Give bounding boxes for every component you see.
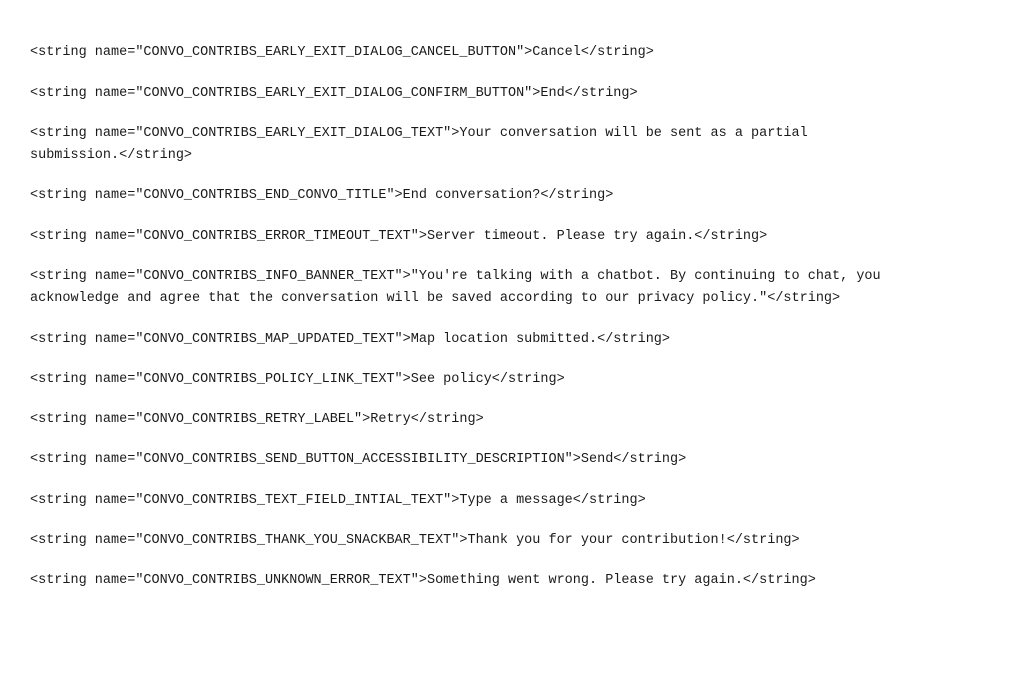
xml-line-6: <string name="CONVO_CONTRIBS_INFO_BANNER… bbox=[30, 266, 994, 311]
xml-line-12: <string name="CONVO_CONTRIBS_THANK_YOU_S… bbox=[30, 530, 994, 552]
xml-line-10: <string name="CONVO_CONTRIBS_SEND_BUTTON… bbox=[30, 449, 994, 471]
xml-line-9: <string name="CONVO_CONTRIBS_RETRY_LABEL… bbox=[30, 409, 994, 431]
xml-line-11: <string name="CONVO_CONTRIBS_TEXT_FIELD_… bbox=[30, 490, 994, 512]
xml-line-7: <string name="CONVO_CONTRIBS_MAP_UPDATED… bbox=[30, 329, 994, 351]
xml-line-3: <string name="CONVO_CONTRIBS_EARLY_EXIT_… bbox=[30, 123, 994, 168]
xml-line-8: <string name="CONVO_CONTRIBS_POLICY_LINK… bbox=[30, 369, 994, 391]
xml-line-5: <string name="CONVO_CONTRIBS_ERROR_TIMEO… bbox=[30, 226, 994, 248]
xml-line-4: <string name="CONVO_CONTRIBS_END_CONVO_T… bbox=[30, 185, 994, 207]
code-content: <string name="CONVO_CONTRIBS_EARLY_EXIT_… bbox=[30, 20, 994, 592]
xml-line-13: <string name="CONVO_CONTRIBS_UNKNOWN_ERR… bbox=[30, 570, 994, 592]
xml-line-2: <string name="CONVO_CONTRIBS_EARLY_EXIT_… bbox=[30, 83, 994, 105]
xml-line-1: <string name="CONVO_CONTRIBS_EARLY_EXIT_… bbox=[30, 42, 994, 64]
